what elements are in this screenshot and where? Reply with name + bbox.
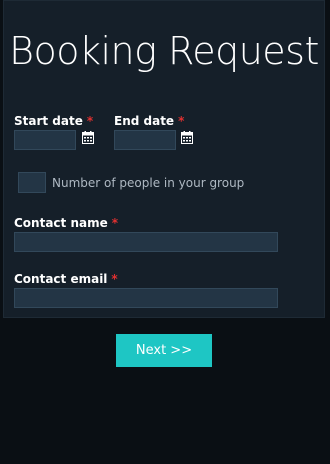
required-marker: * (178, 114, 185, 128)
required-marker: * (111, 216, 119, 230)
contact-name-input[interactable] (14, 232, 278, 252)
page: Booking Request Start date* End date* (0, 0, 330, 464)
end-date-label: End date * (114, 114, 184, 128)
start-date-input[interactable] (14, 130, 76, 150)
group-size-label: Number of people in your group (52, 176, 245, 190)
booking-form-card: Booking Request Start date* End date* (3, 0, 325, 318)
required-marker: * (111, 272, 118, 286)
required-marker: * (86, 114, 94, 128)
group-size-checkbox[interactable] (18, 172, 46, 193)
next-button[interactable]: Next >> (116, 334, 212, 367)
start-date-label: Start date * (14, 114, 93, 128)
start-date-label-text: Start date (14, 114, 83, 128)
contact-email-label: Contact email * (14, 272, 118, 286)
calendar-icon[interactable] (82, 131, 94, 144)
contact-email-input[interactable] (14, 288, 278, 308)
calendar-icon[interactable] (181, 131, 193, 144)
page-title: Booking Request (9, 29, 319, 73)
contact-email-label-text: Contact email (14, 272, 108, 286)
contact-name-label: Contact name * (14, 216, 118, 230)
end-date-input[interactable] (114, 130, 176, 150)
end-date-label-text: End date (114, 114, 175, 128)
contact-name-label-text: Contact name (14, 216, 108, 230)
